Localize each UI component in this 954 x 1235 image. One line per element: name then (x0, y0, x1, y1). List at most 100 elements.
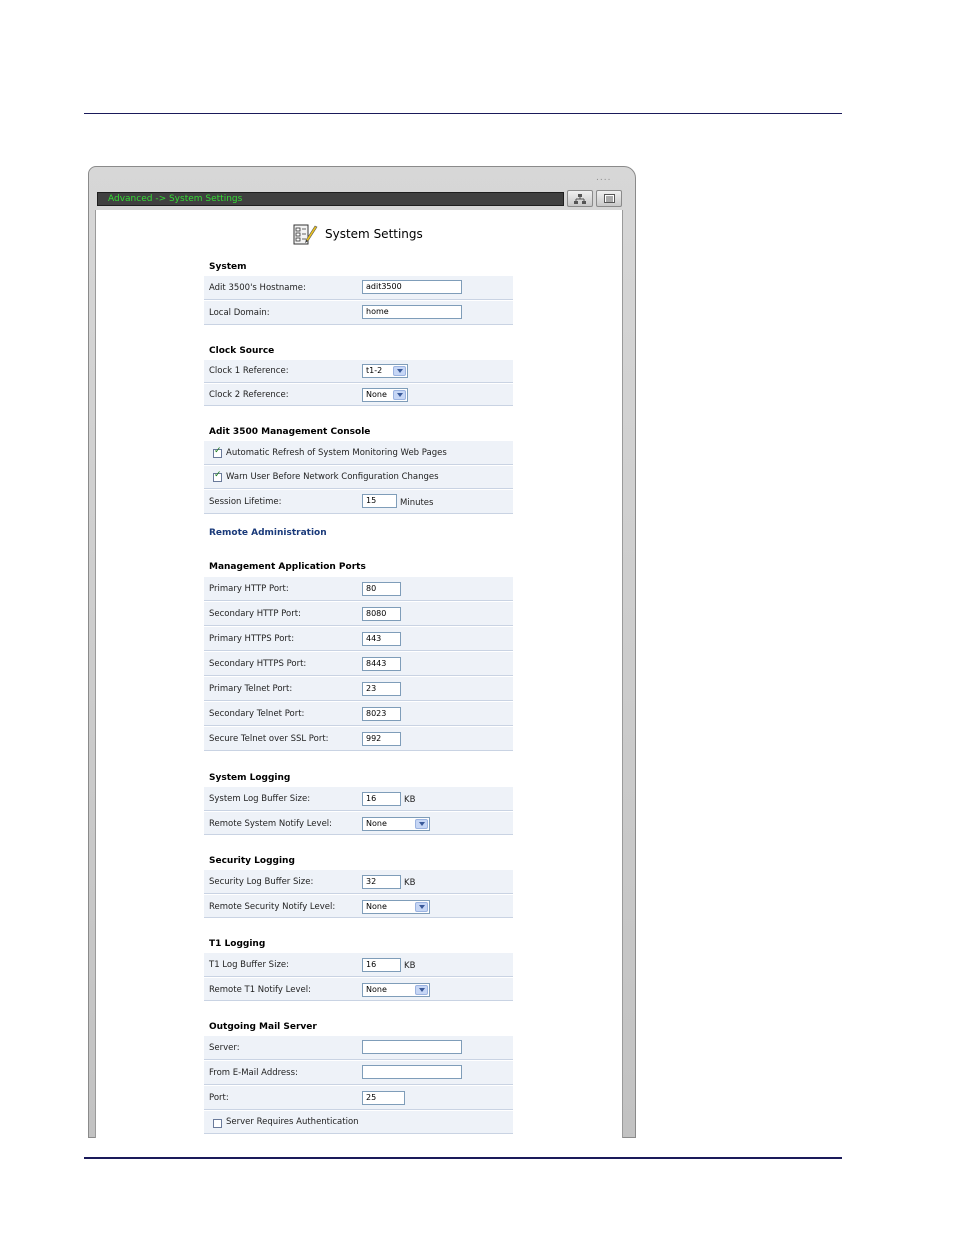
port-input[interactable]: 80 (362, 582, 401, 596)
auto-refresh-checkbox[interactable] (213, 446, 222, 458)
section-security-logging-title: Security Logging (209, 856, 295, 866)
chevron-down-icon[interactable] (415, 902, 428, 912)
system-notify-row: Remote System Notify Level: None (204, 811, 513, 835)
hostname-input[interactable]: adit3500 (362, 280, 462, 294)
port-label: Secondary Telnet Port: (209, 709, 305, 719)
local-domain-label: Local Domain: (209, 308, 270, 318)
clock2-label: Clock 2 Reference: (209, 390, 289, 400)
clock1-label: Clock 1 Reference: (209, 366, 289, 376)
port-row: Primary Telnet Port: 23 (204, 676, 513, 701)
settings-checklist-icon (293, 224, 318, 245)
security-log-buffer-label: Security Log Buffer Size: (209, 877, 314, 887)
security-notify-value: None (366, 902, 387, 911)
mail-server-input[interactable] (362, 1040, 462, 1054)
warn-user-checkbox[interactable] (213, 470, 222, 482)
security-notify-select[interactable]: None (362, 900, 430, 914)
session-lifetime-label: Session Lifetime: (209, 497, 282, 507)
mail-server-row: Server: (204, 1035, 513, 1060)
port-input[interactable]: 23 (362, 682, 401, 696)
port-label: Secondary HTTPS Port: (209, 659, 307, 669)
mail-from-row: From E-Mail Address: (204, 1060, 513, 1085)
t1-log-buffer-row: T1 Log Buffer Size: 16 KB (204, 952, 513, 977)
security-log-buffer-unit: KB (404, 878, 416, 888)
mail-port-row: Port: 25 (204, 1085, 513, 1110)
port-label: Primary Telnet Port: (209, 684, 293, 694)
t1-notify-value: None (366, 985, 387, 994)
section-system-logging-title: System Logging (209, 773, 291, 783)
port-row: Secondary HTTP Port: 8080 (204, 601, 513, 626)
network-map-icon (574, 193, 586, 204)
port-label: Secondary HTTP Port: (209, 609, 301, 619)
port-label: Primary HTTPS Port: (209, 634, 295, 644)
system-log-buffer-row: System Log Buffer Size: 16 KB (204, 786, 513, 811)
port-row: Primary HTTPS Port: 443 (204, 626, 513, 651)
local-domain-row: Local Domain: home (204, 300, 513, 325)
session-lifetime-unit: Minutes (400, 498, 434, 508)
system-log-buffer-input[interactable]: 16 (362, 792, 401, 806)
security-log-buffer-input[interactable]: 32 (362, 875, 401, 889)
clock2-value: None (366, 390, 387, 399)
clock2-select[interactable]: None (362, 388, 408, 402)
session-lifetime-row: Session Lifetime: 15 Minutes (204, 489, 513, 514)
port-input[interactable]: 443 (362, 632, 401, 646)
clock1-row: Clock 1 Reference: t1-2 (204, 359, 513, 383)
port-row: Primary HTTP Port: 80 (204, 576, 513, 601)
system-log-buffer-unit: KB (404, 795, 416, 805)
auto-refresh-row: Automatic Refresh of System Monitoring W… (204, 440, 513, 465)
mail-from-input[interactable] (362, 1065, 462, 1079)
chevron-down-icon[interactable] (393, 390, 406, 400)
port-input[interactable]: 992 (362, 732, 401, 746)
local-domain-input[interactable]: home (362, 305, 462, 319)
port-input[interactable]: 8443 (362, 657, 401, 671)
chevron-down-icon[interactable] (393, 366, 406, 376)
security-log-buffer-row: Security Log Buffer Size: 32 KB (204, 869, 513, 894)
system-notify-select[interactable]: None (362, 817, 430, 831)
section-t1-logging-title: T1 Logging (209, 939, 266, 949)
security-notify-row: Remote Security Notify Level: None (204, 894, 513, 918)
port-input[interactable]: 8080 (362, 607, 401, 621)
t1-notify-label: Remote T1 Notify Level: (209, 985, 311, 995)
page-title-text: System Settings (325, 227, 423, 241)
clock1-select[interactable]: t1-2 (362, 364, 408, 378)
system-log-buffer-label: System Log Buffer Size: (209, 794, 311, 804)
breadcrumb: Advanced -> System Settings (97, 192, 564, 206)
section-system-title: System (209, 262, 247, 272)
mail-port-label: Port: (209, 1093, 229, 1103)
t1-log-buffer-unit: KB (404, 961, 416, 971)
mail-auth-label: Server Requires Authentication (226, 1117, 359, 1127)
section-mail-title: Outgoing Mail Server (209, 1022, 317, 1032)
chevron-down-icon[interactable] (415, 819, 428, 829)
clock2-row: Clock 2 Reference: None (204, 383, 513, 406)
mail-auth-row: Server Requires Authentication (204, 1110, 513, 1134)
mail-from-label: From E-Mail Address: (209, 1068, 298, 1078)
header-rule (84, 113, 842, 114)
list-view-button[interactable] (596, 190, 622, 207)
t1-notify-row: Remote T1 Notify Level: None (204, 977, 513, 1001)
port-input[interactable]: 8023 (362, 707, 401, 721)
hostname-row: Adit 3500's Hostname: adit3500 (204, 275, 513, 300)
hostname-label: Adit 3500's Hostname: (209, 283, 306, 293)
page-title: System Settings (292, 220, 423, 248)
clock1-value: t1-2 (366, 366, 383, 375)
network-map-button[interactable] (567, 190, 593, 207)
t1-log-buffer-label: T1 Log Buffer Size: (209, 960, 289, 970)
section-console-title: Adit 3500 Management Console (209, 427, 371, 437)
port-row: Secure Telnet over SSL Port: 992 (204, 726, 513, 751)
t1-notify-select[interactable]: None (362, 983, 430, 997)
list-icon (603, 194, 615, 203)
section-ports-title: Management Application Ports (209, 562, 366, 572)
port-row: Secondary Telnet Port: 8023 (204, 701, 513, 726)
window-grip[interactable]: .... (596, 173, 611, 183)
chevron-down-icon[interactable] (415, 985, 428, 995)
remote-administration-link[interactable]: Remote Administration (209, 528, 327, 538)
security-notify-label: Remote Security Notify Level: (209, 902, 336, 912)
section-clock-title: Clock Source (209, 346, 275, 356)
warn-user-row: Warn User Before Network Configuration C… (204, 465, 513, 489)
t1-log-buffer-input[interactable]: 16 (362, 958, 401, 972)
footer-rule (84, 1157, 842, 1159)
port-label: Primary HTTP Port: (209, 584, 289, 594)
mail-server-label: Server: (209, 1043, 240, 1053)
session-lifetime-input[interactable]: 15 (362, 494, 397, 508)
mail-auth-checkbox[interactable] (213, 1119, 222, 1128)
mail-port-input[interactable]: 25 (362, 1091, 405, 1105)
